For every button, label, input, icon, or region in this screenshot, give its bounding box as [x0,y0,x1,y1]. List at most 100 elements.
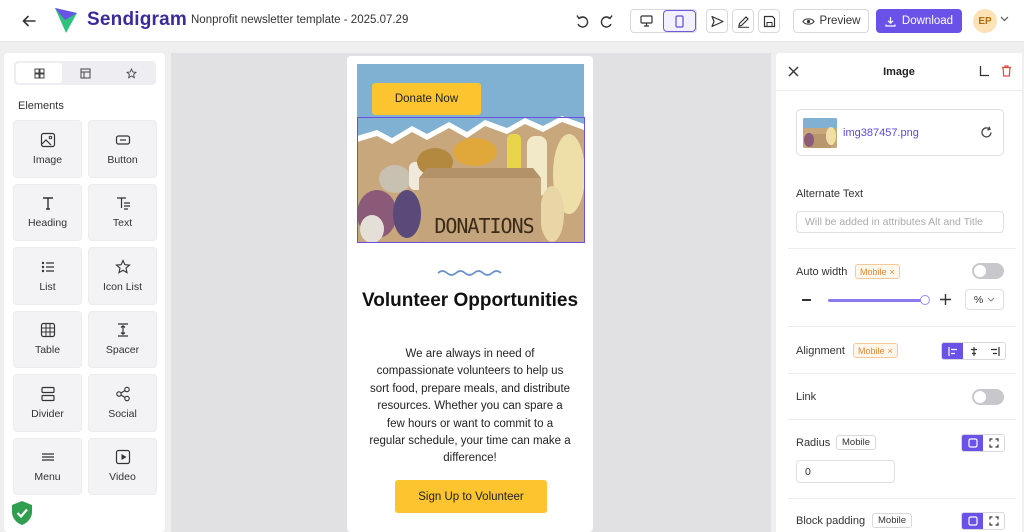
button-icon [115,132,131,148]
element-label: Heading [27,217,68,230]
plus-icon[interactable] [940,294,951,305]
preview-button[interactable]: Preview [793,9,869,33]
edit-icon[interactable] [732,9,754,33]
tab-blocks-icon[interactable] [16,63,62,83]
send-test-icon[interactable] [706,9,728,33]
padding-individual-icon[interactable] [983,513,1004,529]
corner-icon[interactable] [979,66,989,77]
radius-individual-icon[interactable] [983,435,1004,451]
element-label: Spacer [105,344,140,357]
elements-grid: Image Button Heading Text List Icon List… [13,120,158,495]
undo-icon[interactable] [573,12,591,30]
tab-layout-icon[interactable] [62,63,108,83]
headline[interactable]: Volunteer Opportunities [347,289,593,312]
element-table[interactable]: Table [13,310,82,368]
mobile-tag[interactable]: Mobile × [853,343,898,358]
inspector-panel: Image img387457.png Alternate Text Will … [776,53,1022,532]
hero-sign-text: DONATIONS [434,214,534,238]
preview-label: Preview [819,15,861,27]
element-label: Image [32,153,63,166]
back-arrow-icon[interactable] [18,10,40,32]
auto-width-toggle[interactable] [972,263,1004,279]
element-text[interactable]: Text [88,183,157,241]
text-icon [115,195,131,211]
chevron-down-icon[interactable] [1000,16,1009,22]
device-toggle [630,9,697,33]
element-icon-list[interactable]: Icon List [88,247,157,305]
image-thumbnail [803,118,837,148]
tag-close-icon[interactable]: × [888,346,893,356]
share-icon [115,386,131,402]
toolbar-actions [706,9,780,33]
alt-text-label: Alternate Text [796,188,864,200]
elements-heading: Elements [18,100,64,112]
unit-select[interactable]: % [965,289,1004,310]
donate-now-button[interactable]: Donate Now [372,83,481,115]
element-label: Video [109,471,136,484]
radius-input[interactable]: 0 [796,460,895,483]
brand-name: Sendigram [87,9,187,30]
divider-icon [40,386,56,402]
star-icon [114,258,131,275]
align-center-icon[interactable] [963,343,984,359]
sign-up-button[interactable]: Sign Up to Volunteer [395,480,547,513]
image-file-name[interactable]: img387457.png [843,127,919,139]
download-button[interactable]: Download [876,9,962,33]
tag-close-icon[interactable]: × [890,267,895,277]
element-button[interactable]: Button [88,120,157,178]
element-spacer[interactable]: Spacer [88,310,157,368]
mobile-tag[interactable]: Mobile × [855,264,900,279]
mobile-tag-label: Mobile [860,266,887,277]
replace-image-icon[interactable] [980,126,993,139]
element-list[interactable]: List [13,247,82,305]
element-heading[interactable]: Heading [13,183,82,241]
auto-width-slider-track[interactable] [828,299,925,302]
heading-icon [40,195,56,211]
elements-panel: Elements Image Button Heading Text List … [4,53,165,532]
radius-all-icon[interactable] [962,435,983,451]
mobile-tag[interactable]: Mobile [836,435,876,450]
element-social[interactable]: Social [88,374,157,432]
link-label: Link [796,391,817,403]
image-icon [40,132,56,148]
spacer-icon [115,322,131,338]
auto-width-slider-handle[interactable] [920,295,930,305]
align-left-icon[interactable] [942,343,963,359]
unit-value: % [973,293,984,306]
alt-text-input[interactable]: Will be added in attributes Alt and Titl… [796,211,1004,233]
editor-canvas: DONATIONS Donate Now Volunteer Opportuni… [171,53,771,532]
minus-icon[interactable] [802,299,811,301]
body-text[interactable]: We are always in need of compassionate v… [369,346,571,468]
padding-all-icon[interactable] [962,513,983,529]
element-label: Icon List [102,280,143,293]
mobile-tag[interactable]: Mobile [872,513,912,528]
document-title[interactable]: Nonprofit newsletter template - 2025.07.… [191,14,408,26]
element-label: Menu [34,471,61,484]
save-icon[interactable] [758,9,780,33]
element-divider[interactable]: Divider [13,374,82,432]
desktop-view-icon[interactable] [631,10,663,32]
element-label: List [39,280,56,293]
align-right-icon[interactable] [984,343,1005,359]
auto-width-label: Auto width [796,266,848,278]
element-menu[interactable]: Menu [13,437,82,495]
element-label: Divider [31,407,64,420]
download-label: Download [901,15,954,27]
menu-icon [40,449,56,465]
delete-icon[interactable] [1001,65,1012,77]
tab-favorites-icon[interactable] [108,63,154,83]
image-file-card[interactable]: img387457.png [796,109,1004,156]
element-video[interactable]: Video [88,437,157,495]
alignment-label: Alignment [796,345,845,357]
redo-icon[interactable] [598,12,616,30]
link-toggle[interactable] [972,389,1004,405]
element-image[interactable]: Image [13,120,82,178]
inspector-header: Image [776,53,1022,91]
element-label: Table [34,344,61,357]
wave-divider-icon [437,268,503,276]
video-icon [115,449,131,465]
section-divider [788,498,1016,499]
user-avatar[interactable]: EP [973,9,997,33]
mobile-view-icon[interactable] [662,10,696,32]
security-shield-icon[interactable] [10,500,34,526]
